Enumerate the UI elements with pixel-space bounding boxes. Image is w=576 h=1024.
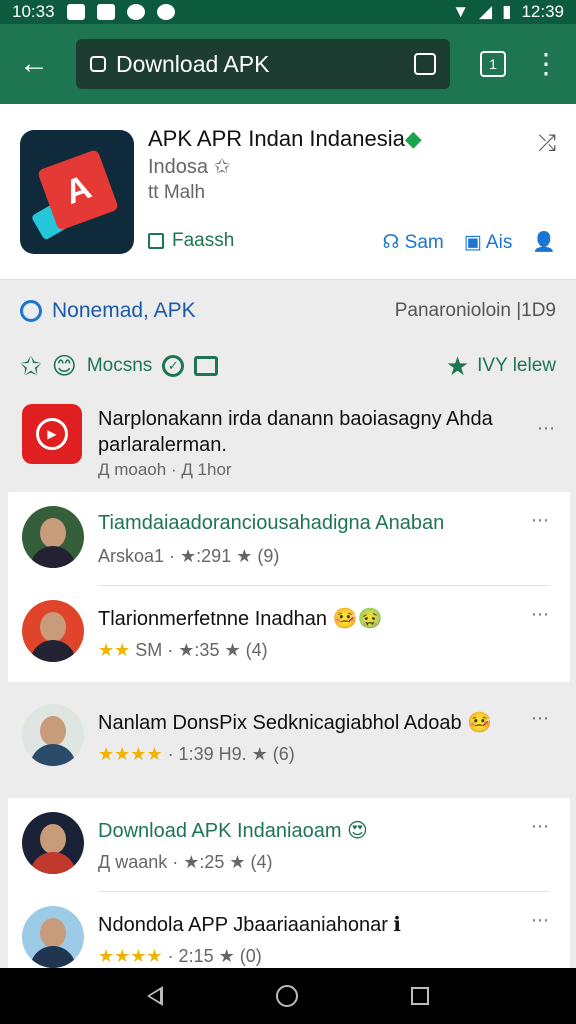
app-card: A APK APR Indan Indanesia◆ Indosa ✩ tt M… [0,104,576,280]
featured-item[interactable]: ▶ Narplonakann irda danann baoiasagny Ah… [0,398,576,490]
app-subtitle: Indosa ✩ [148,156,231,178]
checkbox-icon [148,233,164,249]
reviews-card: Tiamdaiaadoranciousahadigna Anaban Arsko… [8,492,570,682]
featured-meta: Д moaoh · Д 1hor [98,460,232,479]
action-sam[interactable]: ☊ Sam [383,231,444,254]
item-name: Download APK Indaniaoam 😍 [98,820,368,842]
tabs-icon[interactable]: 1 [480,51,506,77]
filter-label[interactable]: Mocsns [87,355,152,377]
calendar-icon[interactable] [194,356,219,376]
smile-emoji-icon: 😊 [51,352,77,380]
app-actions: ☊ Sam ▣ Ais 👤 [383,230,557,254]
section-title: Nonemad, APK [52,299,196,322]
item-name: Tiamdaiaadoranciousahadigna Anaban [98,512,445,534]
nav-recents-icon[interactable] [411,987,430,1005]
item-meta: ★★ SM · ★:35 ★ (4) [98,640,268,660]
item-name: Ndondola APP Jbaariaaniahonar ℹ [98,914,402,936]
download-icon[interactable] [414,53,436,75]
person-icon[interactable]: 👤 [532,230,556,254]
section-header: Nonemad, APK Panaronioloin |1D9 [20,296,556,326]
url-bar[interactable]: Download APK [76,39,450,89]
status-bar: 10:33 ▼ ◢ ▮ 12:39 [0,0,576,24]
list-item[interactable]: Download APK Indaniaoam 😍 Д waank · ★:25… [8,798,570,892]
secure-icon [90,56,106,72]
reviews-card: Download APK Indaniaoam 😍 Д waank · ★:25… [8,798,570,968]
browser-toolbar: ← Download APK 1 ⋮ [0,24,576,104]
list-item[interactable]: Tiamdaiaadoranciousahadigna Anaban Arsko… [8,492,570,586]
list-item[interactable]: Nanlam DonsPix Sedknicagiabhol Adoab 🤒 ★… [8,690,570,784]
app-notification-icon [96,4,115,20]
more-icon[interactable]: ⋯ [531,604,550,625]
item-meta: Д waank · ★:25 ★ (4) [98,852,273,872]
back-arrow-icon[interactable]: ← [14,44,54,84]
item-meta: ★★★★ · 2:15 ★ (0) [98,946,262,966]
star-filled-icon: ★ [445,350,470,381]
sync-icon [126,4,145,20]
nav-back-icon[interactable] [146,986,163,1006]
list-item[interactable]: Tlarionmerfetnne Inadhan 🤒🤢 ★★ SM · ★:35… [8,586,570,680]
status-time-left: 10:33 [12,2,55,21]
avatar [22,906,84,968]
item-meta: ★★★★ · 1:39 H9. ★ (6) [98,744,295,764]
item-name: Nanlam DonsPix Sedknicagiabhol Adoab 🤒 [98,712,493,734]
star-outline-icon[interactable]: ✩ [20,351,42,382]
avatar [22,506,84,568]
system-nav-bar [0,968,576,1024]
item-name: Tlarionmerfetnne Inadhan 🤒🤢 [98,608,383,630]
app-name: APK APR Indan Indanesia◆ [148,126,422,151]
nav-home-icon[interactable] [275,985,298,1007]
more-icon[interactable]: ⋯ [531,816,550,837]
featured-title: Narplonakann irda danann baoiasagny Ahda… [98,408,493,456]
more-icon[interactable]: ⋯ [537,418,556,439]
list-item[interactable]: Ndondola APP Jbaariaaniahonar ℹ ★★★★ · 2… [8,892,570,968]
filter-right-label: IVY lelew [477,355,556,376]
url-title: Download APK [116,50,270,77]
status-time-right: 12:39 [521,2,564,21]
more-icon[interactable]: ⋯ [531,708,550,729]
action-ais[interactable]: ▣ Ais [464,231,513,254]
wifi-icon: ▼ [452,2,470,21]
avatar [22,812,84,874]
fresh-button[interactable]: Faassh [148,230,234,252]
gallery-icon [66,4,85,20]
item-meta: Arskoa1 · ★:291 ★ (9) [98,546,280,566]
battery-icon: ▮ [502,2,512,21]
check-circle-icon[interactable]: ✓ [162,355,185,377]
avatar [22,704,84,766]
video-app-icon: ▶ [22,404,82,464]
avatar [22,600,84,662]
overflow-menu-icon[interactable]: ⋮ [532,50,560,78]
more-icon[interactable]: ⋯ [531,910,550,931]
share-icon[interactable]: ⤮ [538,130,556,156]
section-right-info: Panaronioloin |1D9 [394,300,556,321]
app-icon[interactable]: A [20,130,134,254]
filter-right[interactable]: ★ IVY lelew [446,351,556,382]
signal-icon: ◢ [479,2,493,21]
dots-icon [156,4,175,20]
section-icon [20,300,42,322]
more-icon[interactable]: ⋯ [531,510,550,531]
fresh-label: Faassh [172,230,235,251]
app-developer: tt Malh [148,182,206,203]
filter-row: ✩ 😊 Mocsns ✓ ★ IVY lelew [20,350,556,382]
